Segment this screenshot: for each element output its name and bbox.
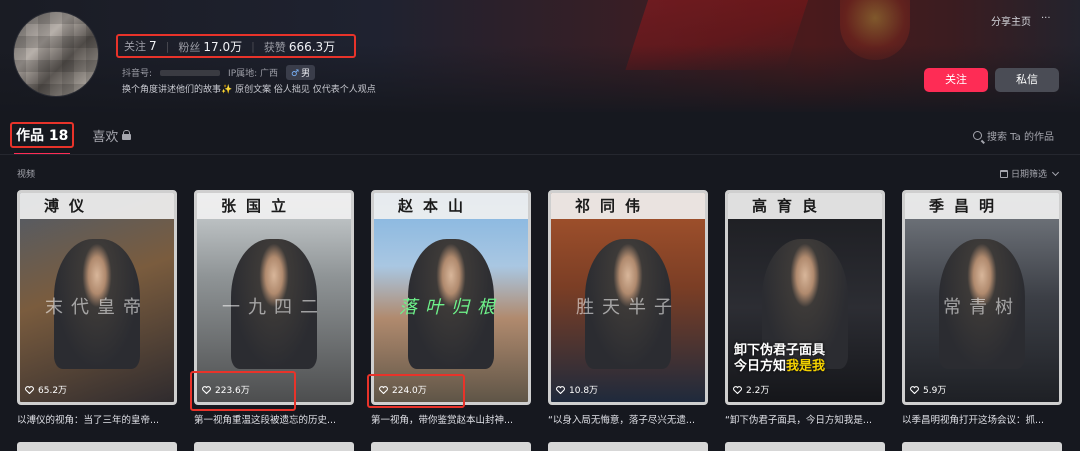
profile-stats: 关注 7 | 粉丝 17.0万 | 获赞 666.3万 [116, 34, 356, 58]
share-area: 分享主页 ··· [991, 13, 1051, 28]
video-card[interactable]: 季昌明 常青树 5.9万 以季昌明视角打开这场会议：抓... [902, 190, 1062, 426]
video-title[interactable]: 第一视角，带你鉴赏赵本山封神... [371, 412, 531, 426]
like-count: 2.2万 [733, 383, 769, 396]
calendar-icon [1000, 169, 1008, 178]
section-label: 视频 [17, 170, 36, 180]
search-icon [973, 131, 982, 140]
gender-badge: ♂ 男 [286, 65, 316, 80]
like-count: 10.8万 [556, 383, 598, 396]
redacted-id [160, 69, 221, 76]
video-thumbnail[interactable]: 溥仪 末代皇帝 65.2万 [17, 190, 177, 405]
search-input[interactable]: 搜索 Ta 的作品 [987, 128, 1054, 143]
thumbnail-name: 季昌明 [905, 193, 1059, 219]
avatar[interactable] [13, 11, 99, 97]
profile-bio: 换个角度讲述他们的故事✨ 原创文案 俗人拙见 仅代表个人观点 [122, 85, 376, 95]
male-icon: ♂ [291, 69, 300, 79]
thumbnail-name: 溥仪 [20, 193, 174, 219]
fans-stat[interactable]: 粉丝 17.0万 [178, 38, 242, 55]
video-card[interactable]: 张国立 一九四二 223.6万 第一视角重温这段被遗忘的历史... [190, 190, 354, 426]
lock-icon [122, 130, 132, 140]
thumbnail-name: 高育良 [728, 193, 882, 219]
video-card[interactable]: 赵本山 落叶归根 224.0万 第一视角，带你鉴赏赵本山封神... [367, 190, 531, 426]
video-title[interactable]: “卸下伪君子面具，今日方知我是... [725, 412, 885, 426]
likes-stat: 获赞 666.3万 [263, 39, 336, 54]
thumbnail-name: 张国立 [197, 193, 351, 219]
heart-icon [910, 385, 919, 394]
video-grid: 溥仪 末代皇帝 65.2万 以溥仪的视角：当了三年的皇帝... 张国立 一九四二… [17, 190, 1062, 426]
video-card[interactable]: 溥仪 末代皇帝 65.2万 以溥仪的视角：当了三年的皇帝... [17, 190, 177, 426]
video-thumbnail[interactable]: 祁同伟 胜天半子 10.8万 [548, 190, 708, 405]
thumbnail-overlay-text: 末代皇帝 [45, 297, 149, 319]
next-row-peek [17, 442, 1062, 451]
chevron-down-icon [1051, 168, 1060, 176]
thumbnail-caption: 卸下伪君子面具 今日方知我是我 [734, 343, 826, 375]
thumbnail-name: 祁同伟 [551, 193, 705, 219]
share-profile-button[interactable]: 分享主页 [991, 13, 1031, 28]
profile-meta: 抖音号: IP属地: 广西 ♂ 男 [122, 65, 316, 80]
thumbnail-overlay-text: 落叶归根 [399, 297, 503, 319]
following-stat[interactable]: 关注 7 [124, 38, 157, 54]
search-works[interactable]: 搜索 Ta 的作品 [973, 128, 1054, 143]
ip-location: IP属地: 广西 [228, 69, 279, 79]
video-title[interactable]: “以身入局无悔意，落子尽兴无遗... [548, 412, 708, 426]
follow-button[interactable]: 关注 [924, 68, 988, 92]
video-thumbnail[interactable]: 高育良 卸下伪君子面具 今日方知我是我 2.2万 [725, 190, 885, 405]
tab-likes[interactable]: 喜欢 [92, 126, 132, 145]
video-card[interactable]: 祁同伟 胜天半子 10.8万 “以身入局无悔意，落子尽兴无遗... [548, 190, 708, 426]
douyin-id: 抖音号: [122, 69, 153, 79]
heart-icon [25, 385, 34, 394]
video-title[interactable]: 以溥仪的视角：当了三年的皇帝... [17, 412, 177, 426]
message-button[interactable]: 私信 [995, 68, 1059, 92]
video-title[interactable]: 第一视角重温这段被遗忘的历史... [194, 412, 354, 426]
thumbnail-overlay-text: 一九四二 [222, 297, 326, 319]
profile-tabs: 作品 18 喜欢 [10, 120, 132, 155]
thumbnail-overlay-text: 常青树 [943, 297, 1021, 319]
more-icon[interactable]: ··· [1041, 13, 1051, 28]
thumbnail-overlay-text: 胜天半子 [576, 297, 680, 319]
thumbnail-name: 赵本山 [374, 193, 528, 219]
heart-icon [556, 385, 565, 394]
video-card[interactable]: 高育良 卸下伪君子面具 今日方知我是我 2.2万 “卸下伪君子面具，今日方知我是… [725, 190, 885, 426]
video-title[interactable]: 以季昌明视角打开这场会议：抓... [902, 412, 1062, 426]
highlight-box [190, 371, 296, 411]
video-thumbnail[interactable]: 赵本山 落叶归根 224.0万 [371, 190, 531, 405]
heart-icon [733, 385, 742, 394]
date-filter[interactable]: 日期筛选 [1000, 167, 1060, 180]
like-count: 65.2万 [25, 383, 67, 396]
divider [0, 154, 1080, 155]
tab-works[interactable]: 作品 18 [10, 122, 75, 155]
video-thumbnail[interactable]: 季昌明 常青树 5.9万 [902, 190, 1062, 405]
like-count: 5.9万 [910, 383, 946, 396]
highlight-box [367, 374, 465, 408]
